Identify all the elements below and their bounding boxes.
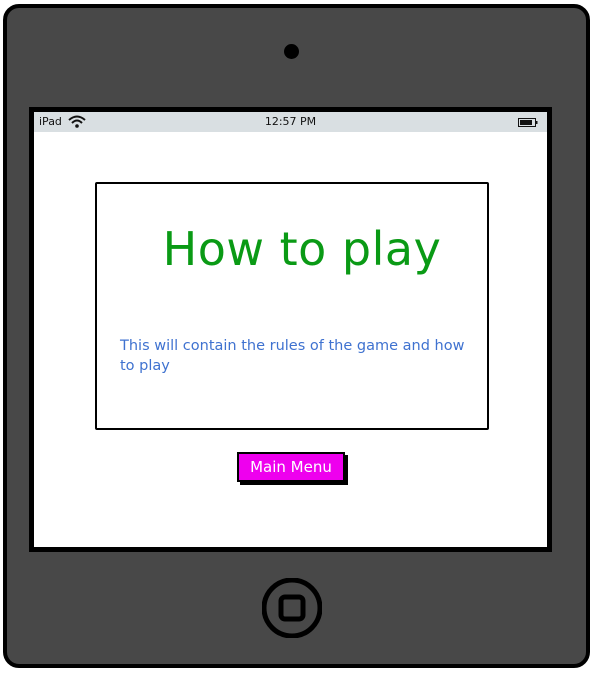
status-bar: iPad 12:57 PM: [34, 112, 547, 132]
status-time: 12:57 PM: [264, 115, 317, 128]
main-menu-button[interactable]: Main Menu: [237, 452, 345, 482]
ipad-screen: iPad 12:57 PM How to play This will cont…: [29, 107, 552, 552]
home-button-icon[interactable]: [262, 578, 322, 638]
how-to-play-card: How to play This will contain the rules …: [95, 182, 489, 430]
rules-description: This will contain the rules of the game …: [120, 338, 465, 374]
camera-icon: [284, 44, 299, 59]
battery-icon: [518, 118, 538, 127]
page-title: How to play: [162, 222, 442, 276]
